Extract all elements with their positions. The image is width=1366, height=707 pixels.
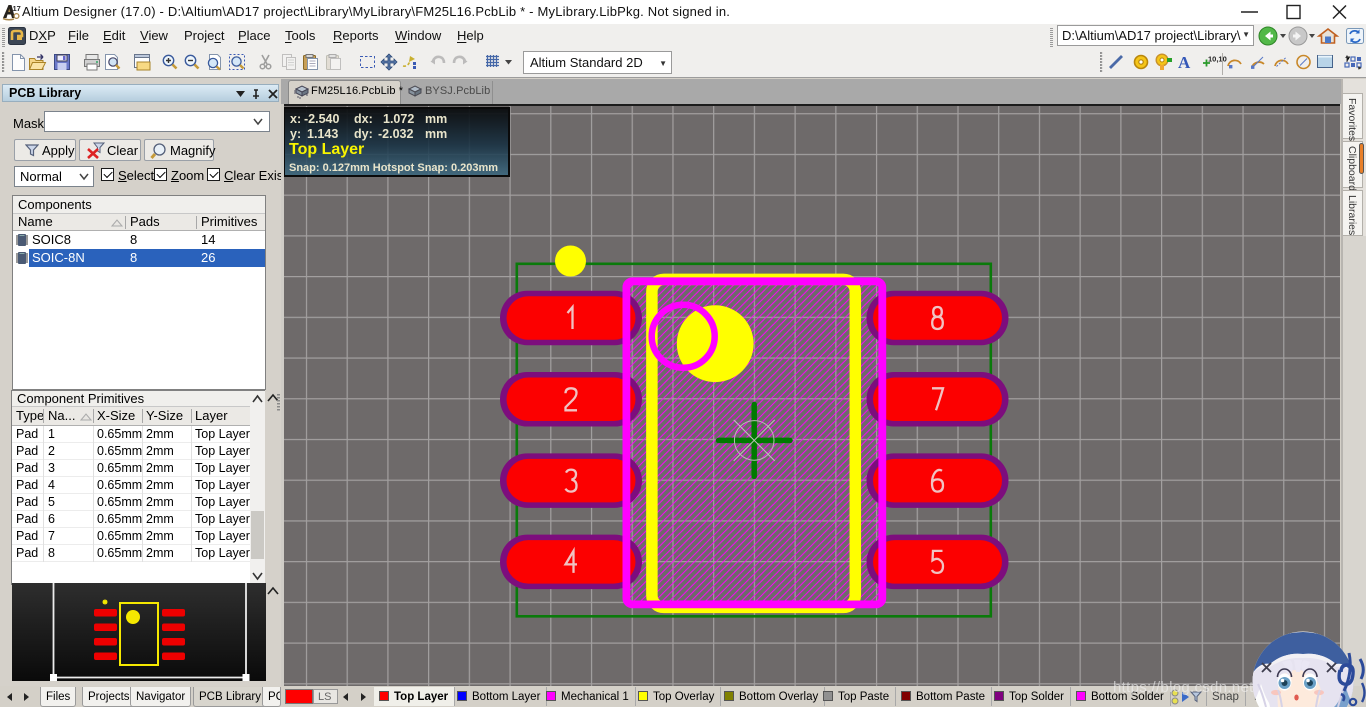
svg-text:17: 17 (13, 4, 21, 13)
svg-text:10,10: 10,10 (1208, 55, 1227, 64)
svg-text:A: A (1178, 53, 1191, 72)
